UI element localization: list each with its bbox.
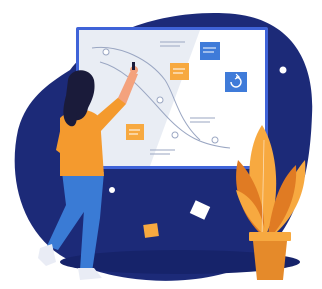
illustration bbox=[8, 13, 313, 281]
sticky-note-icon bbox=[170, 63, 189, 80]
sparkle-icon bbox=[8, 104, 16, 112]
whiteboard-icon bbox=[76, 27, 268, 169]
sticky-note-icon bbox=[126, 124, 144, 140]
sticky-note-icon bbox=[200, 42, 220, 60]
sparkle-icon bbox=[109, 187, 115, 193]
refresh-icon bbox=[225, 72, 247, 92]
sticky-note-icon bbox=[143, 223, 159, 238]
sparkle-icon bbox=[279, 66, 287, 74]
